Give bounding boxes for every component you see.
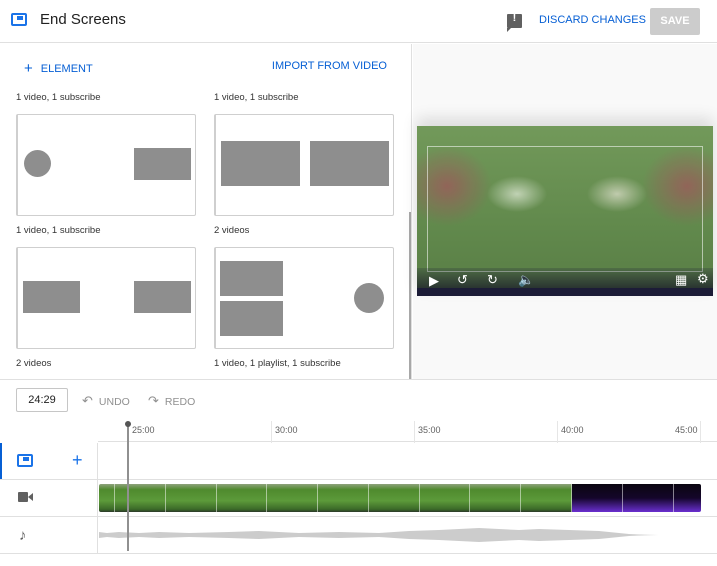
timeline-ruler[interactable]: 25:00 30:00 35:00 40:00 45:00 [98,419,717,443]
template-label: 1 video, 1 subscribe [16,225,101,236]
undo-icon: ↶ [82,393,93,408]
tick-label: 25:00 [132,425,155,435]
track-header: ♪ [0,517,98,553]
track-header [0,480,98,516]
film-frame [114,484,166,512]
template-label: 1 video, 1 subscribe [16,92,101,103]
grid-icon[interactable]: ▦ [675,272,687,288]
end-screen-icon [17,454,33,467]
redo-button[interactable]: ↷ REDO [148,393,195,409]
video-camera-icon [18,492,33,502]
add-end-screen-element-button[interactable]: + [72,450,83,471]
video-placeholder [134,148,191,180]
audio-track[interactable]: ♪ [0,517,717,554]
video-preview-panel: ▶ ↺ ↻ 🔈 ▦ ⚙ [413,44,717,379]
template-label: 2 videos [214,225,250,236]
video-placeholder [220,261,283,296]
settings-icon[interactable]: ⚙ [697,271,709,287]
video-placeholder [134,281,191,313]
import-from-video-button[interactable]: IMPORT FROM VIDEO [272,60,387,72]
film-frame [622,484,674,512]
discard-changes-button[interactable]: DISCARD CHANGES [539,14,646,26]
audio-waveform [99,528,699,542]
tick-label: 40:00 [561,425,584,435]
template-label: 1 video, 1 playlist, 1 subscribe [214,358,341,369]
header: End Screens DISCARD CHANGES SAVE [0,0,717,43]
timeline-toolbar: 24:29 ↶ UNDO ↷ REDO [0,379,717,419]
ruler-tick: 40:00 [557,421,584,443]
playhead[interactable] [125,421,131,551]
feedback-icon[interactable] [507,12,522,32]
play-icon[interactable]: ▶ [429,273,439,289]
film-frame [165,484,217,512]
film-frame [267,484,319,512]
redo-icon: ↷ [148,393,159,408]
waveform-shape [99,528,699,542]
save-button[interactable]: SAVE [650,8,700,35]
track-selected-indicator [0,443,2,479]
template-card[interactable] [16,247,196,349]
current-time-input[interactable]: 24:29 [16,388,68,412]
plus-icon: + [24,60,33,77]
redo-label: REDO [164,396,196,408]
video-placeholder [310,141,389,186]
music-note-icon: ♪ [19,527,27,544]
film-frame [419,484,471,512]
ruler-tick: 35:00 [414,421,441,443]
template-label: 1 video, 1 subscribe [214,92,299,103]
film-frame [521,484,572,512]
video-placeholder [23,281,80,313]
player-bottom-strip [417,288,713,296]
add-element-button[interactable]: + ELEMENT [24,59,93,77]
scrollbar[interactable] [409,212,411,379]
video-placeholder [221,141,300,186]
rewind-10-icon[interactable]: ↺ [457,272,468,288]
video-filmstrip [99,484,701,512]
film-frame [318,484,369,512]
film-frame [673,484,701,512]
template-card[interactable] [214,114,394,216]
templates-panel: + ELEMENT IMPORT FROM VIDEO 1 video, 1 su… [0,44,412,379]
template-label: 2 videos [16,358,52,369]
film-frame [571,484,623,512]
film-frame [216,484,268,512]
playlist-placeholder [220,301,283,336]
subscribe-placeholder [354,283,384,313]
template-card[interactable] [16,114,196,216]
tick-label: 30:00 [275,425,298,435]
film-frame [470,484,522,512]
track-header: + [0,443,98,479]
template-card[interactable] [214,247,394,349]
video-track[interactable] [0,480,717,517]
volume-icon[interactable]: 🔈 [518,272,534,288]
undo-label: UNDO [98,396,130,408]
film-frame [368,484,420,512]
ruler-tick: 45:00 [675,421,701,443]
tick-label: 45:00 [675,425,698,435]
ruler-tick: 30:00 [271,421,298,443]
add-element-label: ELEMENT [40,63,93,75]
page-title: End Screens [40,11,126,28]
safe-area-frame [427,146,703,272]
forward-10-icon[interactable]: ↻ [487,272,498,288]
video-preview[interactable]: ▶ ↺ ↻ 🔈 ▦ ⚙ [417,126,713,296]
tick-label: 35:00 [418,425,441,435]
undo-button[interactable]: ↶ UNDO [82,393,130,409]
subscribe-placeholder [24,150,51,177]
end-screen-track[interactable]: + [0,443,717,480]
end-screen-icon [11,13,27,26]
film-frame [99,484,115,512]
